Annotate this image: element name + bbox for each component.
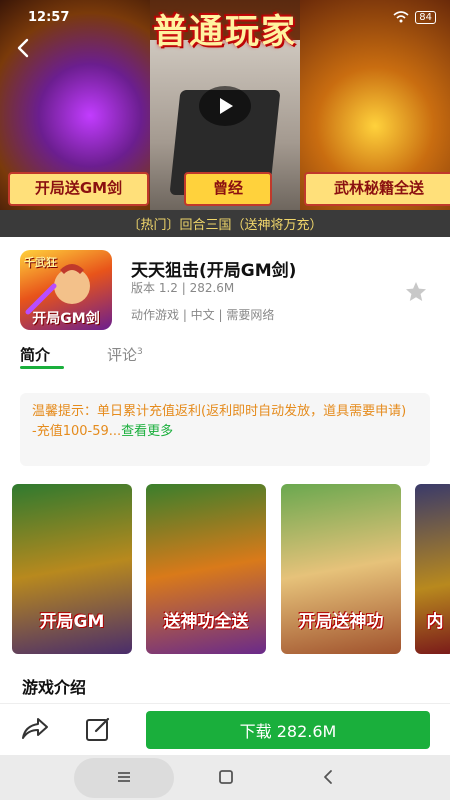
screenshot-4[interactable]: 内 xyxy=(415,484,450,654)
tab-reviews-count: 3 xyxy=(137,347,143,357)
notice-more-link[interactable]: 查看更多 xyxy=(121,424,173,439)
download-button[interactable]: 下载 282.6M xyxy=(146,711,430,749)
back-icon[interactable] xyxy=(316,765,340,789)
comment-icon[interactable] xyxy=(84,715,112,743)
notice-line2: -充值100-59... xyxy=(32,424,122,439)
battery-indicator: 84 xyxy=(415,10,436,24)
banner-tag-left: 开局送GM剑 xyxy=(8,172,149,206)
app-icon: 千武狂 开局GM剑 xyxy=(20,250,112,330)
tab-intro[interactable]: 简介 xyxy=(20,344,50,365)
star-icon[interactable] xyxy=(404,280,428,304)
notice-text: 温馨提示：单日累计充值返利(返利即时自动发放，道具需要申请) xyxy=(32,404,407,419)
bottom-action-bar: 下载 282.6M xyxy=(0,703,450,756)
play-button[interactable] xyxy=(199,86,251,126)
screenshot-2[interactable]: 送神功全送 xyxy=(146,484,266,654)
screenshot-1-label: 开局GM xyxy=(39,612,105,632)
app-title: 天天狙击(开局GM剑) xyxy=(131,261,297,281)
menu-icon[interactable] xyxy=(112,765,136,789)
game-intro-heading: 游戏介绍 xyxy=(22,678,87,697)
status-time: 12:57 xyxy=(28,9,70,25)
screenshot-3[interactable]: 开局送神功 xyxy=(281,484,401,654)
app-tags: 动作游戏 | 中文 | 需要网络 xyxy=(131,308,275,322)
tab-intro-underline xyxy=(20,366,64,369)
play-icon xyxy=(220,98,233,114)
screenshot-4-label: 内 xyxy=(426,612,444,632)
tab-reviews[interactable]: 评论3 xyxy=(107,344,143,365)
screenshot-1[interactable]: 开局GM xyxy=(12,484,132,654)
wifi-icon xyxy=(393,11,409,23)
banner-tag-right: 武林秘籍全送 xyxy=(304,172,450,206)
home-square-icon[interactable] xyxy=(214,765,238,789)
screenshot-2-label: 送神功全送 xyxy=(163,612,249,632)
system-nav-bar xyxy=(0,755,450,800)
banner-tag-mid: 曾经 xyxy=(184,172,272,206)
hot-news-strip[interactable]: 〔热门〕回合三国（送神将万充） xyxy=(0,210,450,237)
back-arrow-icon[interactable] xyxy=(12,36,36,60)
status-bar: 12:57 84 xyxy=(0,0,450,34)
detail-tabs: 简介 评论3 xyxy=(0,340,450,372)
app-header: 千武狂 开局GM剑 天天狙击(开局GM剑) 版本 1.2 | 282.6M 动作… xyxy=(0,250,450,332)
screenshot-3-label: 开局送神功 xyxy=(298,612,384,632)
tab-reviews-label: 评论 xyxy=(107,346,138,364)
screenshot-gallery[interactable]: 开局GM 送神功全送 开局送神功 内 xyxy=(0,484,450,656)
share-icon[interactable] xyxy=(20,716,50,742)
app-version-size: 版本 1.2 | 282.6M xyxy=(131,281,235,295)
promo-video-banner[interactable]: 普通玩家 12:57 84 开局送GM剑 曾经 武林秘籍全送 xyxy=(0,0,450,210)
app-icon-label: 开局GM剑 xyxy=(32,311,100,327)
status-icons: 84 xyxy=(393,10,436,24)
rebate-notice: 温馨提示：单日累计充值返利(返利即时自动发放，道具需要申请) -充值100-59… xyxy=(20,393,430,466)
